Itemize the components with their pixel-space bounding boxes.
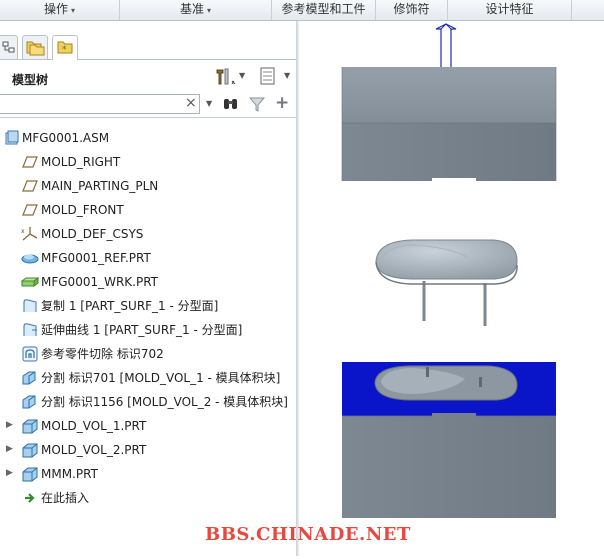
tree-item-label: 分割 标识1156 [MOLD_VOL_2 - 模具体积块] [41,395,288,409]
ribbon-group-label: 操作 [43,2,68,16]
ribbon-group-design-features[interactable]: 设计特征 [448,0,572,20]
model-tree-header: 模型树 ▼ ▼ [0,61,296,93]
tree-item[interactable]: 复制 1 [PART_SURF_1 - 分型面] [0,295,296,317]
favorites-tab-icon: * [57,41,73,55]
upper-mold-volume[interactable] [341,67,557,181]
part-icon [21,418,38,434]
split-icon [21,394,37,410]
find-binoculars-icon[interactable] [221,95,241,113]
tree-item[interactable]: 在此插入 [0,487,296,509]
clear-icon[interactable]: × [185,95,197,111]
tree-item[interactable]: MAIN_PARTING_PLN [0,175,296,197]
graphics-viewport[interactable] [299,21,604,556]
dropdown-arrow-icon: ▾ [207,6,212,15]
tree-item[interactable]: MFG0001_REF.PRT [0,247,296,269]
tree-item[interactable]: ▶ MMM.PRT [0,463,296,485]
search-input[interactable] [0,94,200,114]
tree-item-label: MOLD_VOL_1.PRT [41,419,147,433]
ribbon-group-label: 参考模型和工件 [281,2,366,16]
svg-text:*: * [62,45,67,55]
expand-arrow-icon[interactable]: ▶ [6,444,14,454]
tree-item[interactable]: MOLD_FRONT [0,199,296,221]
assembly-icon [4,130,20,146]
tree-item-label: MMM.PRT [41,467,98,481]
mold-model-graphic [341,23,557,518]
molded-part[interactable] [375,239,518,326]
folder-browser-tab-icon [26,41,45,56]
tree-item-label: MOLD_VOL_2.PRT [41,443,147,457]
coordinate-system-icon: x [21,226,38,242]
divider [0,117,296,118]
tree-item-label: MOLD_FRONT [41,203,124,217]
ribbon-group-cosmetic[interactable]: 修饰符 [376,0,448,20]
workpiece-icon [20,274,40,290]
tree-item-label: 分割 标识701 [MOLD_VOL_1 - 模具体积块] [41,371,281,385]
tree-item[interactable]: 分割 标识1156 [MOLD_VOL_2 - 模具体积块] [0,391,296,413]
datum-plane-icon [22,202,38,218]
chevron-down-icon[interactable]: ▼ [206,99,212,108]
tree-item-label: MOLD_DEF_CSYS [41,227,144,241]
datum-plane-icon [22,178,38,194]
chevron-down-icon[interactable]: ▼ [284,71,290,80]
settings-tools-icon[interactable] [214,66,238,86]
watermark-text: BBS.CHINADE.NET [205,524,411,545]
ribbon-group-operations[interactable]: 操作 ▾ [0,0,120,20]
add-icon[interactable]: + [275,93,289,113]
favorites-tab[interactable]: * [52,35,78,60]
tree-item-label: 复制 1 [PART_SURF_1 - 分型面] [41,299,219,313]
svg-text:x: x [21,228,25,235]
model-tree-tab-icon [2,41,15,53]
search-row: × ▼ + [0,93,296,115]
part-icon [21,442,38,458]
tree-item-label: MAIN_PARTING_PLN [41,179,159,193]
tree-item-label: MFG0001.ASM [22,131,110,145]
expand-arrow-icon[interactable]: ▶ [6,468,14,478]
tree-item-label: MOLD_RIGHT [41,155,121,169]
tree-item[interactable]: ▶ MOLD_VOL_2.PRT [0,439,296,461]
expand-arrow-icon[interactable]: ▶ [6,420,14,430]
tree-item[interactable]: ▶ MOLD_VOL_1.PRT [0,415,296,437]
navigator-panel: * 模型树 ▼ ▼ × ▼ + MFG0001.ASM MOLD_RIGHT M… [0,21,296,556]
lower-mold-volume[interactable] [342,362,556,518]
dropdown-arrow-icon: ▾ [71,6,76,15]
part-icon [21,466,38,482]
tree-item[interactable]: 延伸曲线 1 [PART_SURF_1 - 分型面] [0,319,296,341]
ribbon-group-ref-model-workpiece[interactable]: 参考模型和工件 [272,0,376,20]
ribbon-group-datum[interactable]: 基准 ▾ [120,0,272,20]
show-options-icon[interactable] [257,66,281,86]
tree-item[interactable]: MFG0001.ASM [0,127,296,149]
model-tree-tab[interactable] [0,35,18,59]
tree-item-label: 参考零件切除 标识702 [41,347,164,361]
split-icon [21,370,37,386]
extend-surface-icon [22,322,38,338]
tree-item[interactable]: MOLD_RIGHT [0,151,296,173]
tree-item[interactable]: 分割 标识701 [MOLD_VOL_1 - 模具体积块] [0,367,296,389]
ribbon-group-label: 基准 [179,2,204,16]
datum-plane-icon [22,154,38,170]
tree-item-label: 在此插入 [41,491,90,505]
tree-item[interactable]: 参考零件切除 标识702 [0,343,296,365]
tree-item-label: MFG0001_REF.PRT [41,251,151,265]
tree-item[interactable]: x MOLD_DEF_CSYS [0,223,296,245]
tree-item-label: MFG0001_WRK.PRT [41,275,159,289]
navigator-tabs: * [0,31,296,60]
chevron-down-icon[interactable]: ▼ [239,71,245,80]
filter-icon[interactable] [248,95,266,113]
ref-part-cutout-icon [22,346,38,362]
ribbon-group-label: 设计特征 [485,2,534,16]
reference-part-icon [21,250,39,266]
copy-surface-icon [22,298,38,314]
tree-item-label: 延伸曲线 1 [PART_SURF_1 - 分型面] [41,323,243,337]
ribbon-group-label: 修饰符 [393,2,430,16]
folder-browser-tab[interactable] [22,35,48,59]
model-tree-title: 模型树 [12,73,49,87]
ribbon-group-bar: 操作 ▾ 基准 ▾ 参考模型和工件 修饰符 设计特征 [0,0,604,21]
tree-item[interactable]: MFG0001_WRK.PRT [0,271,296,293]
insert-here-arrow-icon [22,490,38,506]
